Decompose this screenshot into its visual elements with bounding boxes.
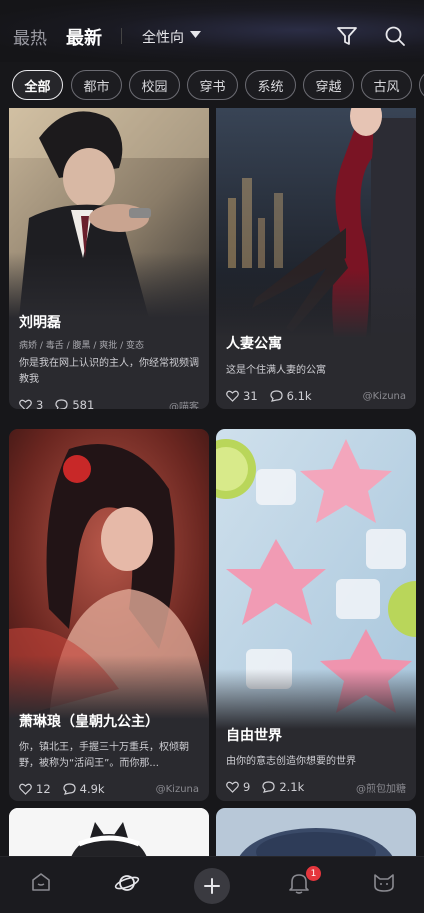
comment-icon[interactable] (262, 781, 275, 793)
tab-new[interactable]: 最新 (66, 24, 102, 50)
filter-icon[interactable] (336, 25, 358, 47)
chip-campus[interactable]: 校园 (129, 70, 180, 100)
planet-icon[interactable] (114, 871, 140, 895)
card-description: 由你的意志创造你想要的世界 (226, 756, 356, 767)
plus-icon (204, 878, 220, 894)
character-card[interactable] (216, 808, 416, 856)
author-name[interactable]: @Kizuna (363, 391, 406, 402)
card-stats: 9 2.1k @煎包加糖 (226, 779, 406, 795)
create-button[interactable] (194, 868, 230, 904)
like-count: 12 (36, 782, 51, 796)
search-icon[interactable] (384, 25, 406, 47)
card-image (9, 429, 209, 719)
character-card[interactable] (9, 808, 209, 856)
like-count: 3 (36, 398, 44, 409)
chip-system[interactable]: 系统 (245, 70, 296, 100)
heart-icon[interactable] (226, 781, 239, 793)
chip-book[interactable]: 穿书 (187, 70, 238, 100)
chip-all[interactable]: 全部 (12, 70, 63, 100)
heart-icon[interactable] (19, 783, 32, 795)
chevron-down-icon[interactable] (190, 31, 201, 39)
category-chips: 全部 都市 校园 穿书 系统 穿越 古风 (0, 68, 424, 102)
top-bar: 最热 最新 全性向 (0, 0, 424, 62)
tab-hot[interactable]: 最热 (13, 24, 47, 49)
comment-count: 6.1k (286, 389, 312, 403)
card-image (9, 808, 209, 856)
comment-icon[interactable] (55, 399, 68, 409)
card-image (216, 808, 416, 856)
divider (121, 28, 122, 44)
author-name[interactable]: @煎包加糖 (356, 780, 406, 795)
card-image (216, 429, 416, 729)
card-title: 自由世界 (226, 728, 282, 744)
card-title: 萧琳琅（皇朝九公主） (19, 714, 159, 730)
character-card[interactable]: 人妻公寓 这是个住满人妻的公寓 31 6.1k @Kizuna (216, 108, 416, 409)
character-feed: 刘明磊 病娇 / 毒舌 / 腹黑 / 爽批 / 变态 你是我在网上认识的主人，你… (0, 108, 424, 856)
author-name[interactable]: @喵客 (169, 398, 199, 410)
chip-ancient[interactable]: 古风 (361, 70, 412, 100)
heart-icon[interactable] (226, 390, 239, 402)
gender-filter[interactable]: 全性向 (142, 27, 184, 47)
character-card[interactable]: 萧琳琅（皇朝九公主） 你，镇北王，手握三十万重兵，权倾朝野，被称为“活阎王”。而… (9, 429, 209, 801)
like-count: 9 (243, 780, 251, 794)
card-description: 你，镇北王，手握三十万重兵，权倾朝野，被称为“活阎王”。而你那... (19, 742, 189, 769)
card-description: 这是个住满人妻的公寓 (226, 365, 326, 376)
chip-timetravel[interactable]: 穿越 (303, 70, 354, 100)
notification-badge: 1 (306, 866, 321, 881)
card-image (216, 108, 416, 338)
character-card[interactable]: 刘明磊 病娇 / 毒舌 / 腹黑 / 爽批 / 变态 你是我在网上认识的主人，你… (9, 108, 209, 409)
card-title: 刘明磊 (19, 315, 61, 331)
comment-count: 2.1k (279, 780, 305, 794)
card-stats: 31 6.1k @Kizuna (226, 388, 406, 404)
cat-icon[interactable] (372, 871, 396, 893)
heart-icon[interactable] (19, 399, 32, 409)
comment-count: 4.9k (79, 782, 105, 796)
card-stats: 12 4.9k @Kizuna (19, 781, 199, 797)
card-title: 人妻公寓 (226, 336, 282, 352)
author-name[interactable]: @Kizuna (156, 784, 199, 795)
card-description: 你是我在网上认识的主人，你经常视频调教我 (19, 358, 199, 385)
character-card[interactable]: 自由世界 由你的意志创造你想要的世界 9 2.1k @煎包加糖 (216, 429, 416, 801)
comment-icon[interactable] (63, 783, 76, 795)
chip-more[interactable] (419, 70, 424, 100)
card-tags: 病娇 / 毒舌 / 腹黑 / 爽批 / 变态 (19, 341, 145, 351)
card-stats: 3 581 @喵客 (19, 397, 199, 409)
home-icon[interactable] (30, 871, 52, 893)
like-count: 31 (243, 389, 258, 403)
comment-icon[interactable] (270, 390, 283, 402)
card-image (9, 108, 209, 318)
chip-city[interactable]: 都市 (71, 70, 122, 100)
comment-count: 581 (72, 398, 95, 409)
bottom-nav (0, 856, 424, 913)
